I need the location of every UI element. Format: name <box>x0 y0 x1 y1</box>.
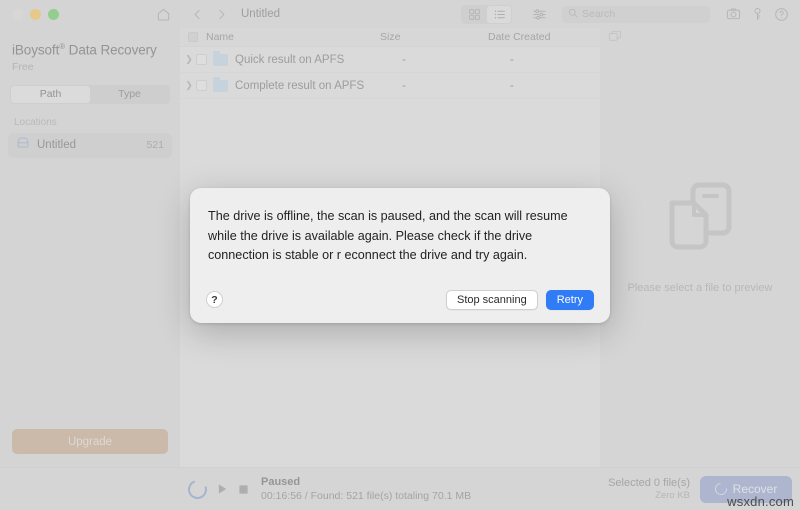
search-field[interactable]: Search <box>562 5 710 23</box>
view-mode-segmented-control[interactable] <box>461 4 512 24</box>
documents-icon <box>667 181 733 256</box>
sidebar-item-count: 521 <box>146 139 164 151</box>
stop-scanning-button[interactable]: Stop scanning <box>446 289 538 310</box>
minimize-button[interactable] <box>30 8 41 20</box>
brand-block: iBoysoft® Data Recovery Free <box>0 28 180 73</box>
row-date: - <box>510 79 514 92</box>
folder-stack-icon[interactable] <box>608 29 622 47</box>
segment-type[interactable]: Type <box>90 86 169 103</box>
row-date: - <box>510 53 514 66</box>
scan-state: Paused <box>261 476 301 488</box>
list-view-icon[interactable] <box>487 5 511 23</box>
row-size: - <box>402 53 406 66</box>
toolbar: Untitled Search <box>157 0 800 28</box>
column-header-date[interactable]: Date Created <box>488 31 600 43</box>
edition-label: Free <box>12 60 34 73</box>
preview-toolbar <box>600 28 800 47</box>
preview-empty-state: Please select a file to preview <box>627 47 773 467</box>
select-all-checkbox[interactable] <box>188 32 198 42</box>
status-bar: Paused 00:16:56 / Found: 521 file(s) tot… <box>0 467 800 510</box>
preview-pane: Please select a file to preview <box>600 28 800 467</box>
dialog-message: The drive is offline, the scan is paused… <box>208 209 568 263</box>
brand-title: iBoysoft® Data Recovery <box>12 42 168 58</box>
maximize-button[interactable] <box>48 8 59 20</box>
scan-status-text: Paused 00:16:56 / Found: 521 file(s) tot… <box>261 476 471 502</box>
preview-empty-text: Please select a file to preview <box>627 281 773 294</box>
key-icon[interactable] <box>746 4 768 24</box>
application-window: iBoysoft® Data Recovery Free Path Type L… <box>0 0 800 510</box>
sliders-icon[interactable] <box>528 4 550 24</box>
help-circle-icon[interactable] <box>770 4 792 24</box>
help-button[interactable]: ? <box>206 291 223 309</box>
column-header-name-wrap: Name <box>180 31 380 43</box>
grid-view-icon[interactable] <box>462 6 486 23</box>
disclosure-triangle-icon[interactable]: ❯ <box>182 54 196 65</box>
row-name: Complete result on APFS <box>235 79 365 92</box>
column-header-name[interactable]: Name <box>206 31 234 43</box>
locations-heading: Locations <box>14 116 57 128</box>
forward-button[interactable] <box>210 4 232 24</box>
dialog-buttons: Stop scanning Retry <box>446 289 594 310</box>
search-icon <box>568 5 578 23</box>
loading-spinner-icon <box>184 476 211 502</box>
row-checkbox[interactable] <box>196 54 207 65</box>
camera-icon[interactable] <box>722 4 744 24</box>
upgrade-area: Upgrade <box>0 429 180 467</box>
dialog-footer: ? Stop scanning Retry <box>206 289 594 310</box>
segment-path[interactable]: Path <box>11 85 90 103</box>
file-list-header: Name Size Date Created <box>180 28 600 47</box>
column-header-size[interactable]: Size <box>380 31 488 43</box>
sidebar: iBoysoft® Data Recovery Free Path Type L… <box>0 0 180 467</box>
back-button[interactable] <box>186 4 208 24</box>
play-icon[interactable] <box>217 483 228 495</box>
folder-icon <box>213 77 228 92</box>
table-row[interactable]: ❯ Complete result on APFS - - <box>180 73 600 99</box>
watermark: wsxdn.com <box>727 494 794 509</box>
table-row[interactable]: ❯ Quick result on APFS - - <box>180 47 600 73</box>
drive-offline-dialog: The drive is offline, the scan is paused… <box>190 188 610 323</box>
scan-status: Paused 00:16:56 / Found: 521 file(s) tot… <box>180 476 608 502</box>
home-icon[interactable] <box>152 4 174 24</box>
selected-size: Zero KB <box>655 490 690 501</box>
selection-info: Selected 0 file(s) Zero KB <box>608 477 690 501</box>
search-placeholder: Search <box>582 8 616 20</box>
upgrade-button[interactable]: Upgrade <box>12 429 168 454</box>
brand-product: Data Recovery <box>65 42 157 58</box>
selected-count: Selected 0 file(s) <box>608 477 690 489</box>
stop-icon[interactable] <box>238 484 249 495</box>
sidebar-item-label: Untitled <box>37 139 76 151</box>
drive-icon <box>16 136 30 154</box>
scan-detail: 00:16:56 / Found: 521 file(s) totaling 7… <box>261 490 472 502</box>
sidebar-item-untitled[interactable]: Untitled 521 <box>8 132 172 158</box>
row-name: Quick result on APFS <box>235 53 345 66</box>
breadcrumb[interactable]: Untitled <box>241 8 280 20</box>
brand-name: iBoysoft <box>12 42 60 58</box>
row-checkbox[interactable] <box>196 80 207 91</box>
close-button[interactable] <box>12 8 23 20</box>
folder-icon <box>213 51 228 66</box>
retry-button[interactable]: Retry <box>545 289 594 310</box>
disclosure-triangle-icon[interactable]: ❯ <box>182 80 196 91</box>
row-size: - <box>402 79 406 92</box>
path-type-segmented-control[interactable]: Path Type <box>10 84 170 104</box>
